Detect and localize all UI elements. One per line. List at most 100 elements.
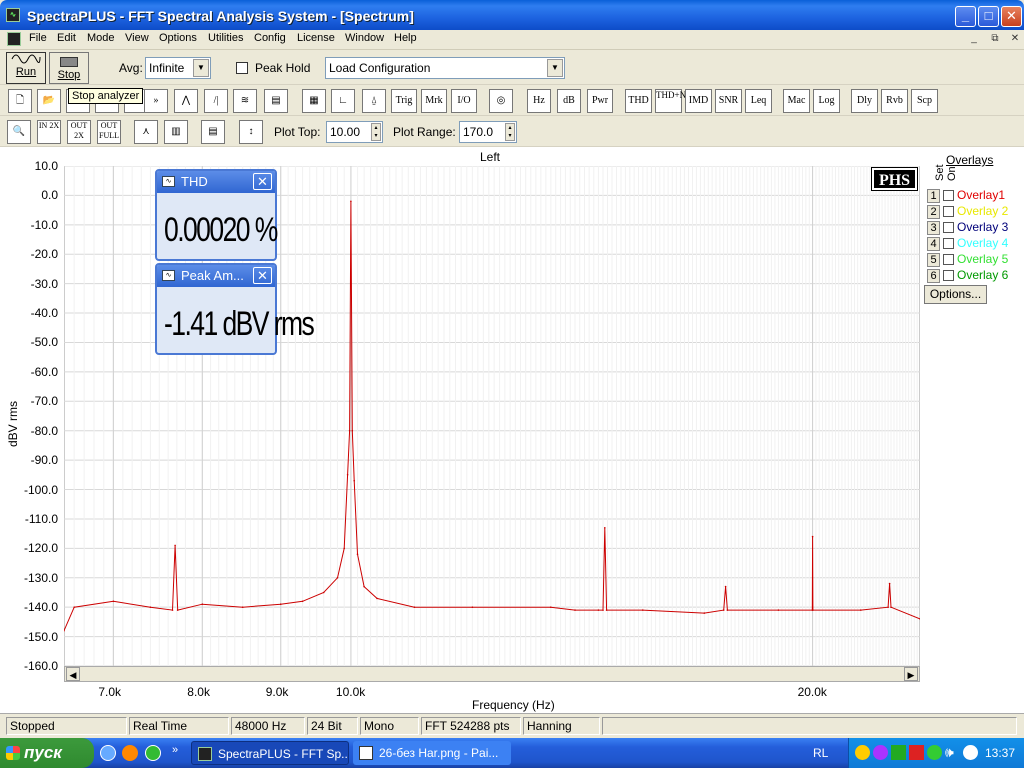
menu-window[interactable]: Window (342, 32, 387, 44)
tray-icon[interactable] (891, 745, 906, 760)
bar-graph-icon[interactable]: ▥ (164, 120, 188, 144)
overlay-row[interactable]: 2 Overlay 2 (927, 204, 1008, 220)
sawtooth-icon[interactable]: /| (204, 89, 228, 113)
menu-file[interactable]: File (26, 32, 50, 44)
overlay-set-button[interactable]: 6 (927, 269, 940, 283)
menu-edit[interactable]: Edit (54, 32, 79, 44)
overlay-set-button[interactable]: 3 (927, 221, 940, 235)
overlay-set-button[interactable]: 2 (927, 205, 940, 219)
title-bar[interactable]: ∿ SpectraPLUS - FFT Spectral Analysis Sy… (0, 0, 1024, 30)
stop-button[interactable]: Stop (49, 52, 89, 84)
scroll-left-icon[interactable]: ◀ (66, 667, 80, 681)
menu-view[interactable]: View (122, 32, 152, 44)
vertical-scale-icon[interactable]: ↕ (239, 120, 263, 144)
peak-icon[interactable]: ⋏ (134, 120, 158, 144)
spectrum-icon[interactable]: ⋀ (174, 89, 198, 113)
menu-utilities[interactable]: Utilities (205, 32, 246, 44)
overlay-on-checkbox[interactable] (943, 238, 954, 250)
overlay-row[interactable]: 1 Overlay1 (927, 188, 1008, 204)
overlay-on-checkbox[interactable] (943, 254, 954, 266)
peak-hold-checkbox[interactable] (236, 62, 248, 74)
volume-icon[interactable]: 🕪 (945, 744, 954, 761)
sine-wave-icon[interactable]: ◎ (489, 89, 513, 113)
overlay-set-button[interactable]: 1 (927, 189, 940, 203)
trig-button[interactable]: Trig (391, 89, 417, 113)
menu-mode[interactable]: Mode (84, 32, 118, 44)
plot-top-input[interactable]: 10.00 ▴ ▾ (326, 121, 383, 143)
calibrate-icon[interactable]: ▦ (302, 89, 326, 113)
overlay-row[interactable]: 6 Overlay 6 (927, 268, 1008, 284)
menu-config[interactable]: Config (251, 32, 289, 44)
dly-button[interactable]: Dly (851, 89, 878, 113)
zoom-out-2x-button[interactable]: OUT 2X (67, 120, 91, 144)
snr-button[interactable]: SNR (715, 89, 742, 113)
close-icon[interactable]: ✕ (253, 173, 272, 190)
menu-help[interactable]: Help (391, 32, 420, 44)
task-paint[interactable]: 26-без Har.png - Pai... (353, 741, 511, 765)
spinner-icon[interactable]: ▴ ▾ (505, 123, 515, 141)
thd-button[interactable]: THD (625, 89, 652, 113)
zoom-in-2x-button[interactable]: IN 2X (37, 120, 61, 144)
scp-button[interactable]: Scp (911, 89, 938, 113)
open-folder-icon[interactable]: 📂 (37, 89, 61, 113)
db-button[interactable]: dB (557, 89, 581, 113)
spinner-icon[interactable]: ▴ ▾ (371, 123, 381, 141)
tray-icon[interactable] (909, 745, 924, 760)
scroll-right-icon[interactable]: ▶ (904, 667, 918, 681)
scale-icon[interactable]: ∟ (331, 89, 355, 113)
waterfall-icon[interactable]: ≋ (233, 89, 257, 113)
overlay-on-checkbox[interactable] (943, 222, 954, 234)
mac-button[interactable]: Mac (783, 89, 810, 113)
mrk-button[interactable]: Mrk (421, 89, 447, 113)
new-file-icon[interactable]: 🗋 (8, 89, 32, 113)
menu-options[interactable]: Options (156, 32, 200, 44)
pwr-button[interactable]: Pwr (587, 89, 613, 113)
minimize-button[interactable]: _ (955, 6, 976, 27)
mdi-close-icon[interactable]: ✕ (1007, 33, 1023, 46)
overlay-options-button[interactable]: Options... (924, 285, 987, 304)
thd-window[interactable]: THD ∿ ✕ 0.00020 % (155, 169, 278, 261)
log-button[interactable]: Log (813, 89, 840, 113)
io-button[interactable]: I/O (451, 89, 477, 113)
rvb-button[interactable]: Rvb (881, 89, 908, 113)
run-button[interactable]: Run (6, 52, 46, 84)
maximize-button[interactable]: □ (978, 6, 999, 27)
imd-button[interactable]: IMD (685, 89, 712, 113)
tray-icon[interactable] (873, 745, 888, 760)
firefox-icon[interactable] (122, 745, 138, 761)
peak-amplitude-window[interactable]: Peak Am... ∿ ✕ -1.41 dBV rms (155, 263, 315, 355)
zoom-out-full-button[interactable]: OUT FULL (97, 120, 121, 144)
fast-forward-icon[interactable]: » (144, 89, 168, 113)
thd-n-button[interactable]: THD+N (655, 89, 686, 113)
leq-button[interactable]: Leq (745, 89, 772, 113)
browser-icon[interactable] (100, 745, 116, 761)
menu-license[interactable]: License (294, 32, 338, 44)
app-tray-icon[interactable] (145, 745, 161, 761)
overlay-on-checkbox[interactable] (943, 270, 954, 282)
configuration-select[interactable]: Load Configuration ▼ (325, 57, 565, 79)
mdi-restore-icon[interactable]: ⧉ (987, 33, 1003, 46)
plot-range-input[interactable]: 170.0 ▴ ▾ (459, 121, 517, 143)
list-icon[interactable]: ▤ (201, 120, 225, 144)
overlay-row[interactable]: 3 Overlay 3 (927, 220, 1008, 236)
overlay-on-checkbox[interactable] (943, 190, 954, 202)
hz-button[interactable]: Hz (527, 89, 551, 113)
tray-icon[interactable] (855, 745, 870, 760)
tray-icon[interactable] (927, 745, 942, 760)
signal-gen-icon[interactable]: ⍙ (362, 89, 386, 113)
overlay-row[interactable]: 4 Overlay 4 (927, 236, 1008, 252)
overlay-set-button[interactable]: 4 (927, 237, 940, 251)
more-chevron-icon[interactable]: » (172, 744, 178, 756)
overlay-set-button[interactable]: 5 (927, 253, 940, 267)
task-spectraplus[interactable]: SpectraPLUS - FFT Sp... (191, 741, 349, 765)
overlay-row[interactable]: 5 Overlay 5 (927, 252, 1008, 268)
language-indicator[interactable]: RL (813, 746, 828, 760)
avg-select[interactable]: Infinite ▼ (145, 57, 211, 79)
tray-icon[interactable] (963, 745, 978, 760)
overlay-on-checkbox[interactable] (943, 206, 954, 218)
close-icon[interactable]: ✕ (253, 267, 272, 284)
document-icon[interactable] (7, 32, 21, 46)
mdi-minimize-icon[interactable]: _ (966, 33, 982, 46)
zoom-icon[interactable]: 🔍 (7, 120, 31, 144)
horizontal-scrollbar[interactable]: ◀ ▶ (64, 666, 920, 682)
